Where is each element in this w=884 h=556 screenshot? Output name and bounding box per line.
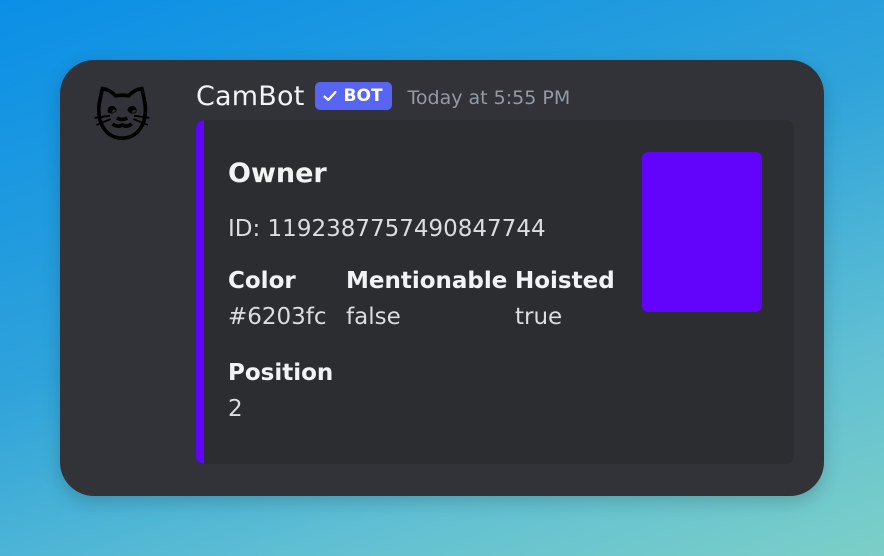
field-hoisted: Hoisted true <box>515 268 615 330</box>
field-color: Color #6203fc <box>228 268 327 330</box>
message-card: 🐱 CamBot BOT Today at 5:55 PM Owner ID: … <box>60 60 824 496</box>
field-value: 2 <box>228 396 243 422</box>
field-name: Mentionable <box>346 268 508 294</box>
field-value: #6203fc <box>228 304 327 330</box>
field-name: Color <box>228 268 296 294</box>
embed-thumbnail[interactable] <box>642 152 762 312</box>
field-value: true <box>515 304 563 330</box>
field-value: false <box>346 304 401 330</box>
username[interactable]: CamBot <box>196 81 305 112</box>
message-timestamp[interactable]: Today at 5:55 PM <box>408 87 571 109</box>
field-name: Position <box>228 360 334 386</box>
embed-accent-bar <box>196 120 204 464</box>
bot-badge-label: BOT <box>343 86 383 106</box>
role-embed: Owner ID: 1192387757490847744 Color #620… <box>196 120 794 464</box>
field-position: Position 2 <box>228 360 333 422</box>
cat-avatar-icon[interactable]: 🐱 <box>86 82 158 154</box>
embed-description: ID: 1192387757490847744 <box>228 216 546 242</box>
checkmark-icon <box>322 88 338 104</box>
field-mentionable: Mentionable false <box>346 268 507 330</box>
field-name: Hoisted <box>515 268 615 294</box>
bot-badge: BOT <box>314 82 392 110</box>
embed-title: Owner <box>228 158 327 189</box>
message-header: CamBot BOT Today at 5:55 PM <box>196 80 570 112</box>
